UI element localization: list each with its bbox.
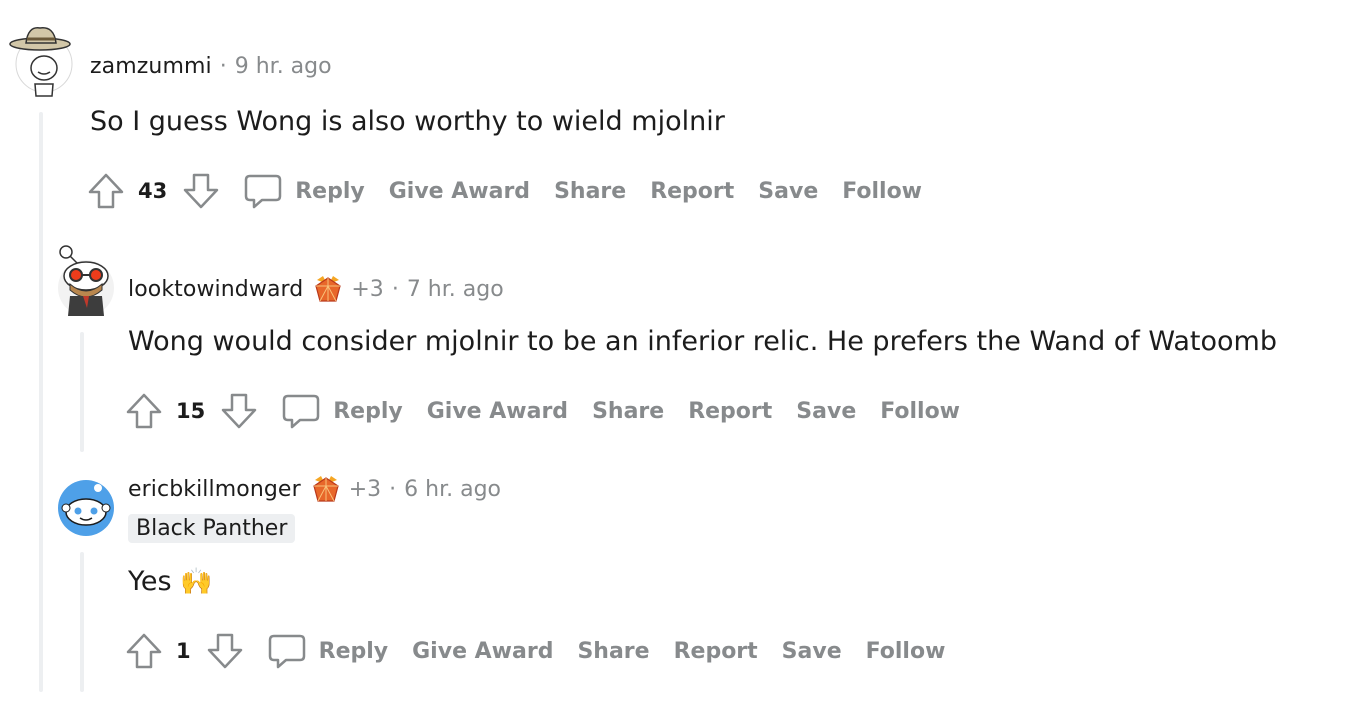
username[interactable]: looktowindward (128, 277, 303, 302)
reply-button[interactable]: Reply (333, 399, 403, 424)
comment-bubble-icon[interactable] (267, 631, 307, 671)
report-button[interactable]: Report (674, 639, 758, 664)
give-award-button[interactable]: Give Award (427, 399, 568, 424)
save-button[interactable]: Save (782, 639, 842, 664)
share-button[interactable]: Share (554, 179, 626, 204)
share-button[interactable]: Share (577, 639, 649, 664)
comment-actions: 43 Reply Give Award Share Report Save Fo… (86, 169, 922, 213)
give-award-button[interactable]: Give Award (412, 639, 553, 664)
awards-count[interactable]: +3 (349, 477, 381, 502)
separator-dot: · (389, 476, 397, 502)
user-flair: Black Panther (128, 514, 296, 543)
vote-score: 15 (176, 399, 206, 423)
report-button[interactable]: Report (688, 399, 772, 424)
avatar[interactable] (56, 478, 116, 542)
comment-body-text: Yes (128, 566, 172, 597)
follow-button[interactable]: Follow (866, 639, 946, 664)
save-button[interactable]: Save (796, 399, 856, 424)
comment-bubble-icon[interactable] (281, 391, 321, 431)
report-button[interactable]: Report (650, 179, 734, 204)
downvote-icon[interactable] (219, 391, 259, 431)
upvote-icon[interactable] (124, 631, 164, 671)
upvote-icon[interactable] (124, 391, 164, 431)
raising-hands-emoji: 🙌 (180, 567, 213, 597)
vote-score: 43 (138, 179, 168, 203)
share-button[interactable]: Share (592, 399, 664, 424)
awards-count[interactable]: +3 (351, 277, 383, 302)
comment-bubble-icon[interactable] (243, 171, 283, 211)
username[interactable]: ericbkillmonger (128, 477, 301, 502)
thread-line-level-2[interactable] (80, 552, 84, 692)
separator-dot: · (391, 276, 399, 302)
comment-actions: 15 Reply Give Award Share Report Save Fo… (124, 389, 960, 433)
thread-line-level-2[interactable] (80, 332, 84, 452)
avatar[interactable] (8, 22, 74, 102)
timestamp[interactable]: 6 hr. ago (404, 477, 501, 502)
snoo-avatar-cowboy-hat-icon (9, 27, 73, 97)
timestamp[interactable]: 9 hr. ago (235, 54, 332, 79)
downvote-icon[interactable] (205, 631, 245, 671)
separator-dot: · (219, 54, 227, 79)
username[interactable]: zamzummi (90, 54, 212, 79)
comment-body: Yes 🙌 (128, 566, 213, 597)
snoo-avatar-blue-icon (58, 480, 114, 536)
comment-actions: 1 Reply Give Award Share Report Save Fol… (124, 629, 945, 673)
upvote-icon[interactable] (86, 171, 126, 211)
comment-body: So I guess Wong is also worthy to wield … (90, 106, 725, 137)
give-award-button[interactable]: Give Award (389, 179, 530, 204)
award-icon[interactable] (311, 474, 341, 504)
downvote-icon[interactable] (181, 171, 221, 211)
follow-button[interactable]: Follow (880, 399, 960, 424)
reply-button[interactable]: Reply (319, 639, 389, 664)
comment-meta: looktowindward +3 · 7 hr. ago (128, 274, 504, 304)
avatar[interactable] (54, 244, 118, 322)
vote-score: 1 (176, 639, 191, 663)
timestamp[interactable]: 7 hr. ago (407, 277, 504, 302)
comment-meta: ericbkillmonger +3 · 6 hr. ago (128, 474, 501, 504)
thread-line-level-1[interactable] (39, 112, 43, 692)
award-icon[interactable] (313, 274, 343, 304)
comment-body: Wong would consider mjolnir to be an inf… (128, 326, 1277, 357)
save-button[interactable]: Save (758, 179, 818, 204)
snoo-avatar-glasses-suit-icon (58, 245, 114, 316)
reply-button[interactable]: Reply (295, 179, 365, 204)
follow-button[interactable]: Follow (842, 179, 922, 204)
comment-meta: zamzummi · 9 hr. ago (90, 54, 332, 79)
